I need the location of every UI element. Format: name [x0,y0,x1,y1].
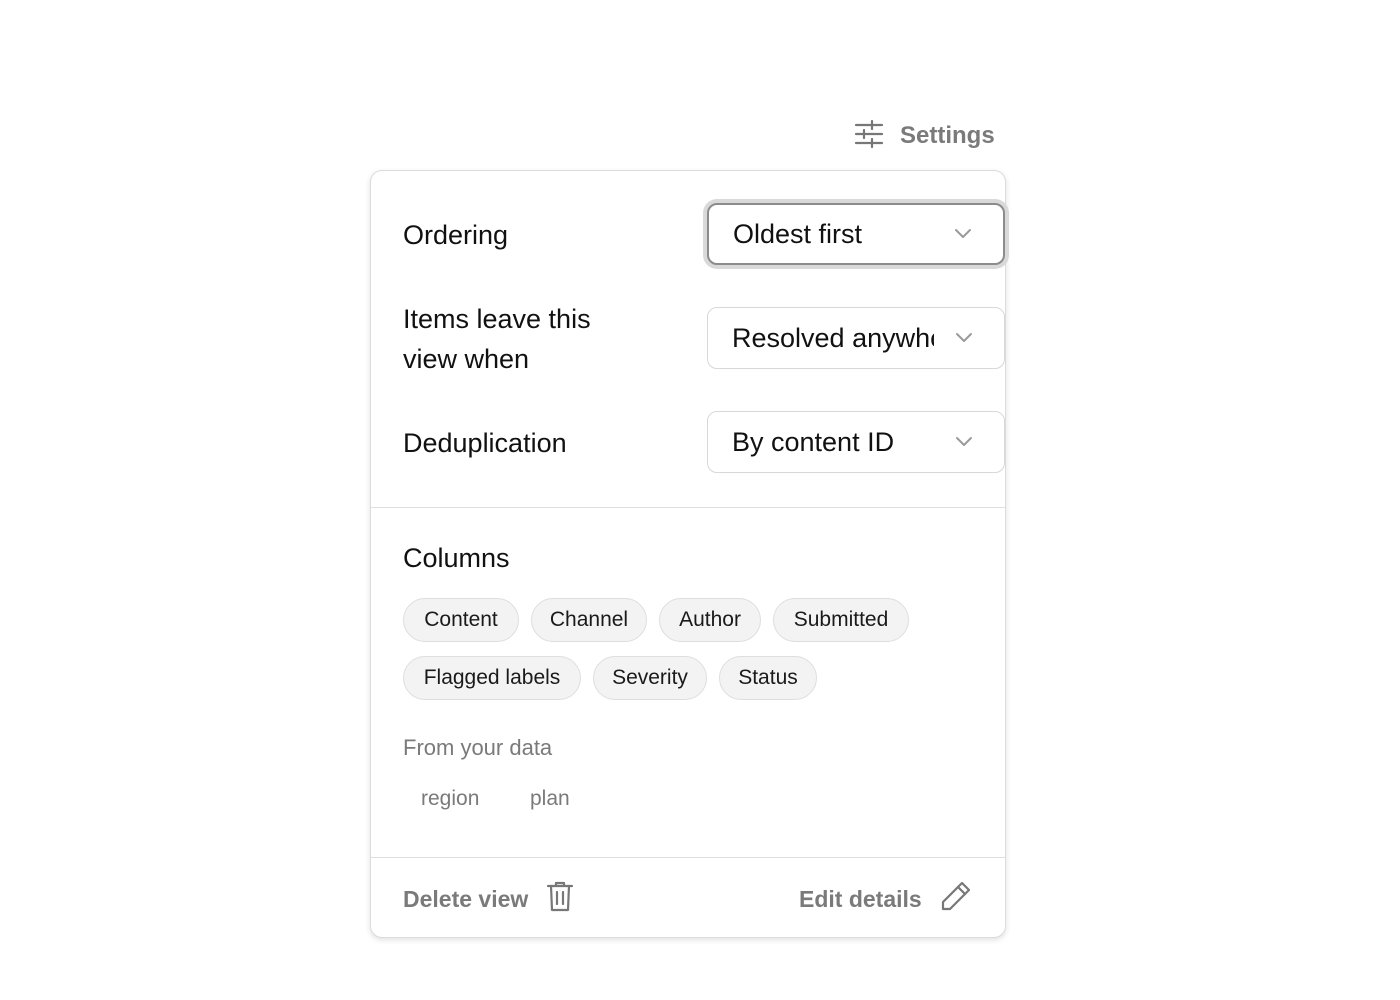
exit-condition-select[interactable]: Resolved anywhere [707,307,1005,369]
exit-condition-label: Items leave this view when [403,304,591,374]
deduplication-select[interactable]: By content ID [707,411,1005,473]
sliders-icon [854,119,884,154]
column-chip-severity[interactable]: Severity [593,656,707,700]
column-chip-author[interactable]: Author [659,598,761,642]
deduplication-row: Deduplication By content ID [403,411,1005,475]
chevron-down-icon [955,229,971,238]
settings-label: Settings [900,122,995,149]
trash-icon [546,880,574,918]
edit-details-label: Edit details [799,885,922,912]
view-settings-panel: Ordering Oldest first Items leave this v… [370,170,1006,938]
exit-condition-row: Items leave this view when Resolved anyw… [403,304,1005,387]
column-chip-channel[interactable]: Channel [531,598,647,642]
exit-condition-value: Resolved anywhere [732,322,934,353]
custom-column-chip-plan[interactable]: plan [530,787,570,811]
delete-view-label: Delete view [403,885,529,912]
divider [371,507,1005,508]
column-chip-content[interactable]: Content [403,598,519,642]
custom-columns-title: From your data [403,735,553,760]
settings-button[interactable]: Settings [854,118,995,154]
columns-title: Columns [403,543,510,573]
delete-view-button[interactable]: Delete view [403,881,574,917]
ordering-select[interactable]: Oldest first [707,203,1005,265]
deduplication-value: By content ID [732,426,895,457]
divider [371,857,1005,858]
ordering-label: Ordering [403,220,509,250]
chevron-down-icon [956,333,972,342]
ordering-row: Ordering Oldest first [403,203,1005,267]
column-chip-flagged-labels[interactable]: Flagged labels [403,656,581,700]
edit-details-button[interactable]: Edit details [799,881,972,917]
custom-column-chip-region[interactable]: region [421,787,479,811]
pencil-icon [940,880,972,918]
column-chip-submitted[interactable]: Submitted [773,598,909,642]
ordering-value: Oldest first [733,218,863,249]
chevron-down-icon [956,437,972,446]
column-chip-status[interactable]: Status [719,656,817,700]
deduplication-label: Deduplication [403,428,567,458]
